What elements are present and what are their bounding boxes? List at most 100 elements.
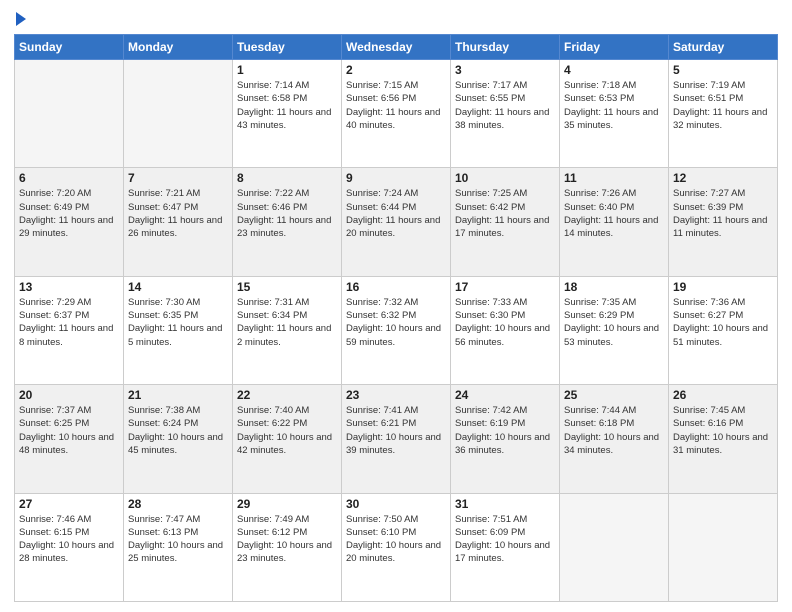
calendar-table: SundayMondayTuesdayWednesdayThursdayFrid… (14, 34, 778, 602)
day-info: Sunrise: 7:25 AM Sunset: 6:42 PM Dayligh… (455, 187, 555, 240)
calendar-cell: 3Sunrise: 7:17 AM Sunset: 6:55 PM Daylig… (451, 60, 560, 168)
calendar-week-row: 13 Sunrise: 7:29 AM Sunset: 6:37 PM Dayli… (15, 276, 778, 384)
calendar-header-thursday: Thursday (451, 35, 560, 60)
page: SundayMondayTuesdayWednesdayThursdayFrid… (0, 0, 792, 612)
calendar-cell (560, 493, 669, 601)
day-info: Sunrise: 7:33 AM Sunset: 6:30 PM Dayligh… (455, 296, 555, 349)
day-number: 15 (237, 280, 337, 294)
day-number: 2 (346, 63, 446, 77)
calendar-cell: 18 Sunrise: 7:35 AM Sunset: 6:29 PM Dayli… (560, 276, 669, 384)
day-number: 16 (346, 280, 446, 294)
day-number: 28 (128, 497, 228, 511)
day-info: Sunrise: 7:14 AM Sunset: 6:58 PM Dayligh… (237, 79, 337, 132)
calendar-header-friday: Friday (560, 35, 669, 60)
day-info: Sunrise: 7:51 AM Sunset: 6:09 PM Dayligh… (455, 513, 555, 566)
day-number: 29 (237, 497, 337, 511)
calendar-cell: 12 Sunrise: 7:27 AM Sunset: 6:39 PM Dayli… (669, 168, 778, 276)
day-info: Sunrise: 7:32 AM Sunset: 6:32 PM Dayligh… (346, 296, 446, 349)
calendar-week-row: 20Sunrise: 7:37 AM Sunset: 6:25 PM Dayli… (15, 385, 778, 493)
day-info: Sunrise: 7:49 AM Sunset: 6:12 PM Dayligh… (237, 513, 337, 566)
calendar-cell: 27 Sunrise: 7:46 AM Sunset: 6:15 PM Dayli… (15, 493, 124, 601)
day-number: 27 (19, 497, 119, 511)
day-info: Sunrise: 7:47 AM Sunset: 6:13 PM Dayligh… (128, 513, 228, 566)
day-info: Sunrise: 7:46 AM Sunset: 6:15 PM Dayligh… (19, 513, 119, 566)
calendar-cell: 26Sunrise: 7:45 AM Sunset: 6:16 PM Dayli… (669, 385, 778, 493)
calendar-header-saturday: Saturday (669, 35, 778, 60)
day-number: 24 (455, 388, 555, 402)
day-number: 1 (237, 63, 337, 77)
day-number: 4 (564, 63, 664, 77)
day-info: Sunrise: 7:24 AM Sunset: 6:44 PM Dayligh… (346, 187, 446, 240)
day-number: 22 (237, 388, 337, 402)
day-number: 9 (346, 171, 446, 185)
calendar-cell: 6 Sunrise: 7:20 AM Sunset: 6:49 PM Daylig… (15, 168, 124, 276)
calendar-cell: 7Sunrise: 7:21 AM Sunset: 6:47 PM Daylig… (124, 168, 233, 276)
day-number: 25 (564, 388, 664, 402)
day-info: Sunrise: 7:27 AM Sunset: 6:39 PM Dayligh… (673, 187, 773, 240)
day-info: Sunrise: 7:21 AM Sunset: 6:47 PM Dayligh… (128, 187, 228, 240)
day-number: 23 (346, 388, 446, 402)
calendar-cell: 10 Sunrise: 7:25 AM Sunset: 6:42 PM Dayli… (451, 168, 560, 276)
day-info: Sunrise: 7:26 AM Sunset: 6:40 PM Dayligh… (564, 187, 664, 240)
day-number: 5 (673, 63, 773, 77)
day-number: 14 (128, 280, 228, 294)
logo (14, 10, 26, 26)
day-info: Sunrise: 7:44 AM Sunset: 6:18 PM Dayligh… (564, 404, 664, 457)
calendar-header-monday: Monday (124, 35, 233, 60)
day-number: 17 (455, 280, 555, 294)
calendar-cell: 2 Sunrise: 7:15 AM Sunset: 6:56 PM Daylig… (342, 60, 451, 168)
day-info: Sunrise: 7:38 AM Sunset: 6:24 PM Dayligh… (128, 404, 228, 457)
day-number: 26 (673, 388, 773, 402)
day-info: Sunrise: 7:50 AM Sunset: 6:10 PM Dayligh… (346, 513, 446, 566)
header (14, 10, 778, 26)
day-info: Sunrise: 7:31 AM Sunset: 6:34 PM Dayligh… (237, 296, 337, 349)
day-number: 19 (673, 280, 773, 294)
logo-arrow-icon (16, 12, 26, 26)
day-number: 30 (346, 497, 446, 511)
day-info: Sunrise: 7:20 AM Sunset: 6:49 PM Dayligh… (19, 187, 119, 240)
day-number: 18 (564, 280, 664, 294)
calendar-cell: 8 Sunrise: 7:22 AM Sunset: 6:46 PM Daylig… (233, 168, 342, 276)
calendar-week-row: 6 Sunrise: 7:20 AM Sunset: 6:49 PM Daylig… (15, 168, 778, 276)
day-number: 8 (237, 171, 337, 185)
day-info: Sunrise: 7:30 AM Sunset: 6:35 PM Dayligh… (128, 296, 228, 349)
calendar-header-tuesday: Tuesday (233, 35, 342, 60)
calendar-cell: 9 Sunrise: 7:24 AM Sunset: 6:44 PM Daylig… (342, 168, 451, 276)
day-info: Sunrise: 7:40 AM Sunset: 6:22 PM Dayligh… (237, 404, 337, 457)
day-info: Sunrise: 7:35 AM Sunset: 6:29 PM Dayligh… (564, 296, 664, 349)
calendar-cell: 4 Sunrise: 7:18 AM Sunset: 6:53 PM Daylig… (560, 60, 669, 168)
day-info: Sunrise: 7:18 AM Sunset: 6:53 PM Dayligh… (564, 79, 664, 132)
calendar-cell: 30 Sunrise: 7:50 AM Sunset: 6:10 PM Dayli… (342, 493, 451, 601)
calendar-cell: 21Sunrise: 7:38 AM Sunset: 6:24 PM Dayli… (124, 385, 233, 493)
calendar-cell: 22 Sunrise: 7:40 AM Sunset: 6:22 PM Dayli… (233, 385, 342, 493)
day-info: Sunrise: 7:15 AM Sunset: 6:56 PM Dayligh… (346, 79, 446, 132)
day-info: Sunrise: 7:17 AM Sunset: 6:55 PM Dayligh… (455, 79, 555, 132)
day-info: Sunrise: 7:19 AM Sunset: 6:51 PM Dayligh… (673, 79, 773, 132)
calendar-cell: 11 Sunrise: 7:26 AM Sunset: 6:40 PM Dayli… (560, 168, 669, 276)
calendar-cell: 20Sunrise: 7:37 AM Sunset: 6:25 PM Dayli… (15, 385, 124, 493)
calendar-week-row: 27 Sunrise: 7:46 AM Sunset: 6:15 PM Dayli… (15, 493, 778, 601)
calendar-header-sunday: Sunday (15, 35, 124, 60)
day-number: 31 (455, 497, 555, 511)
calendar-cell: 23Sunrise: 7:41 AM Sunset: 6:21 PM Dayli… (342, 385, 451, 493)
calendar-cell: 13 Sunrise: 7:29 AM Sunset: 6:37 PM Dayli… (15, 276, 124, 384)
day-number: 6 (19, 171, 119, 185)
day-info: Sunrise: 7:42 AM Sunset: 6:19 PM Dayligh… (455, 404, 555, 457)
calendar-cell: 17 Sunrise: 7:33 AM Sunset: 6:30 PM Dayli… (451, 276, 560, 384)
calendar-cell (669, 493, 778, 601)
calendar-header-wednesday: Wednesday (342, 35, 451, 60)
calendar-cell (124, 60, 233, 168)
calendar-cell: 1 Sunrise: 7:14 AM Sunset: 6:58 PM Daylig… (233, 60, 342, 168)
day-number: 12 (673, 171, 773, 185)
calendar-cell: 28 Sunrise: 7:47 AM Sunset: 6:13 PM Dayli… (124, 493, 233, 601)
day-info: Sunrise: 7:36 AM Sunset: 6:27 PM Dayligh… (673, 296, 773, 349)
calendar-cell: 29 Sunrise: 7:49 AM Sunset: 6:12 PM Dayli… (233, 493, 342, 601)
day-number: 11 (564, 171, 664, 185)
calendar-cell: 24 Sunrise: 7:42 AM Sunset: 6:19 PM Dayli… (451, 385, 560, 493)
day-info: Sunrise: 7:29 AM Sunset: 6:37 PM Dayligh… (19, 296, 119, 349)
day-info: Sunrise: 7:37 AM Sunset: 6:25 PM Dayligh… (19, 404, 119, 457)
day-number: 10 (455, 171, 555, 185)
day-number: 13 (19, 280, 119, 294)
day-info: Sunrise: 7:22 AM Sunset: 6:46 PM Dayligh… (237, 187, 337, 240)
calendar-cell: 15 Sunrise: 7:31 AM Sunset: 6:34 PM Dayli… (233, 276, 342, 384)
